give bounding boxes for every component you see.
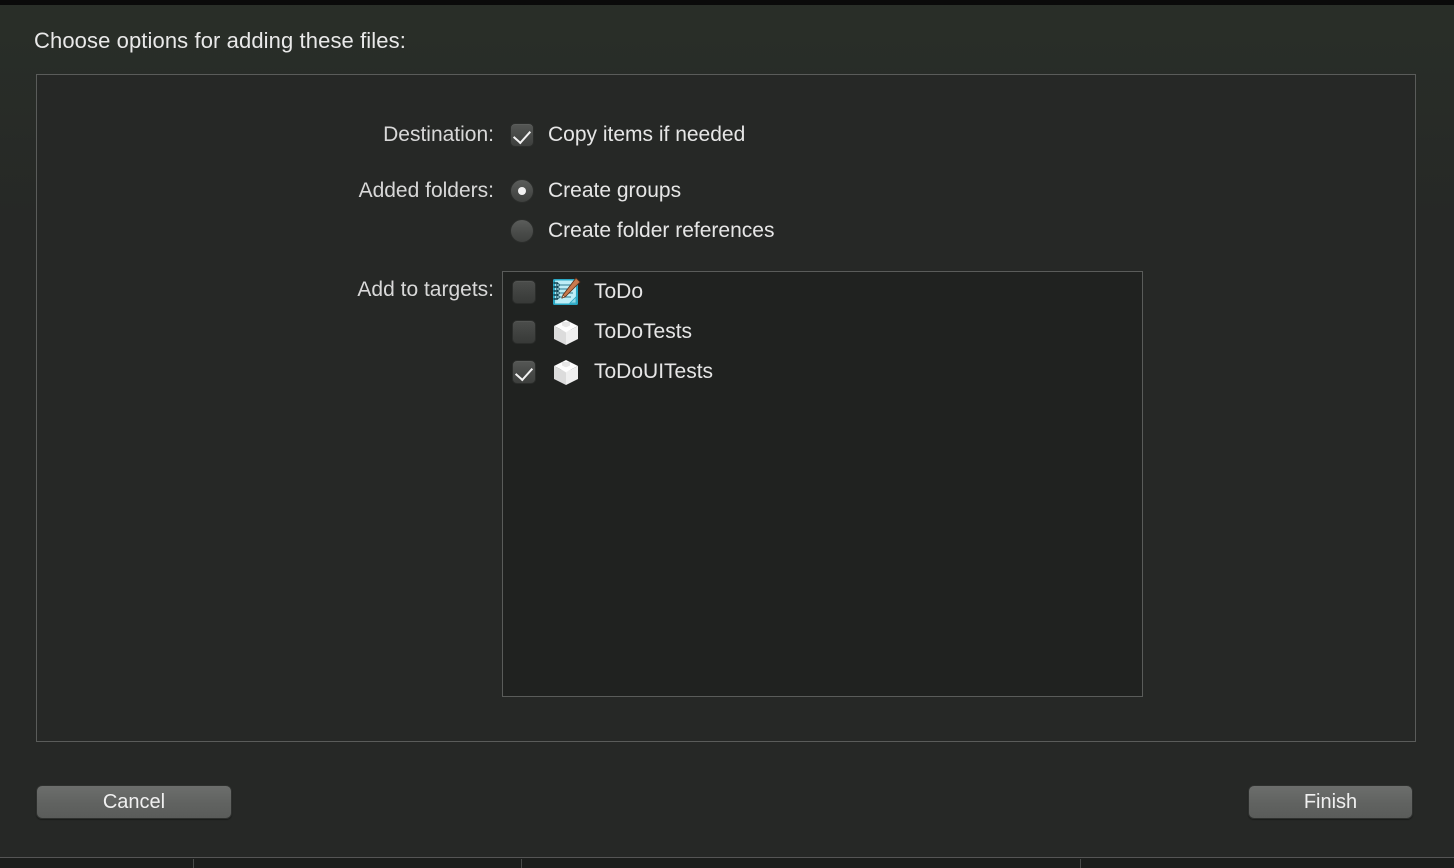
destination-controls: Copy items if needed [510,122,745,148]
create-folder-references-label: Create folder references [548,219,775,242]
table-row[interactable]: ToDoUITests [503,352,1142,392]
test-bundle-icon [554,320,578,345]
radio-dot-icon [518,187,526,195]
checkbox-unchecked-icon[interactable] [512,280,536,304]
chrome-divider [193,859,194,868]
chrome-divider [521,859,522,868]
create-folder-references-radio-row[interactable]: Create folder references [510,218,774,244]
checkbox-checked-icon[interactable] [510,123,534,147]
app-notepad-icon [553,277,581,305]
targets-list[interactable]: ToDo ToDoTests ToDoUITests [502,271,1143,697]
added-folders-label: Added folders: [358,179,494,202]
checkmark-icon [512,125,532,145]
test-bundle-icon [554,360,578,385]
target-name: ToDoTests [594,320,693,343]
checkbox-checked-icon[interactable] [512,360,536,384]
finish-button[interactable]: Finish [1248,785,1413,819]
create-groups-radio-row[interactable]: Create groups [510,178,774,204]
cancel-button[interactable]: Cancel [36,785,232,819]
radio-selected-icon[interactable] [510,179,534,203]
added-folders-controls: Create groups Create folder references [510,178,774,244]
window-bottom-chrome [0,857,1454,868]
table-row[interactable]: ToDoTests [503,312,1142,352]
window-top-strip [0,0,1454,5]
chrome-divider [1080,859,1081,868]
copy-items-label: Copy items if needed [548,123,746,146]
destination-label: Destination: [383,123,494,146]
target-name: ToDoUITests [594,360,714,383]
page-title: Choose options for adding these files: [34,28,406,53]
checkbox-unchecked-icon[interactable] [512,320,536,344]
checkmark-icon [514,362,534,382]
add-to-targets-label: Add to targets: [357,278,494,301]
target-name: ToDo [594,280,644,303]
copy-items-checkbox-row[interactable]: Copy items if needed [510,122,745,148]
create-groups-label: Create groups [548,179,682,202]
radio-unselected-icon[interactable] [510,219,534,243]
add-files-options-sheet: Choose options for adding these files: D… [0,0,1454,868]
table-row[interactable]: ToDo [503,272,1142,312]
